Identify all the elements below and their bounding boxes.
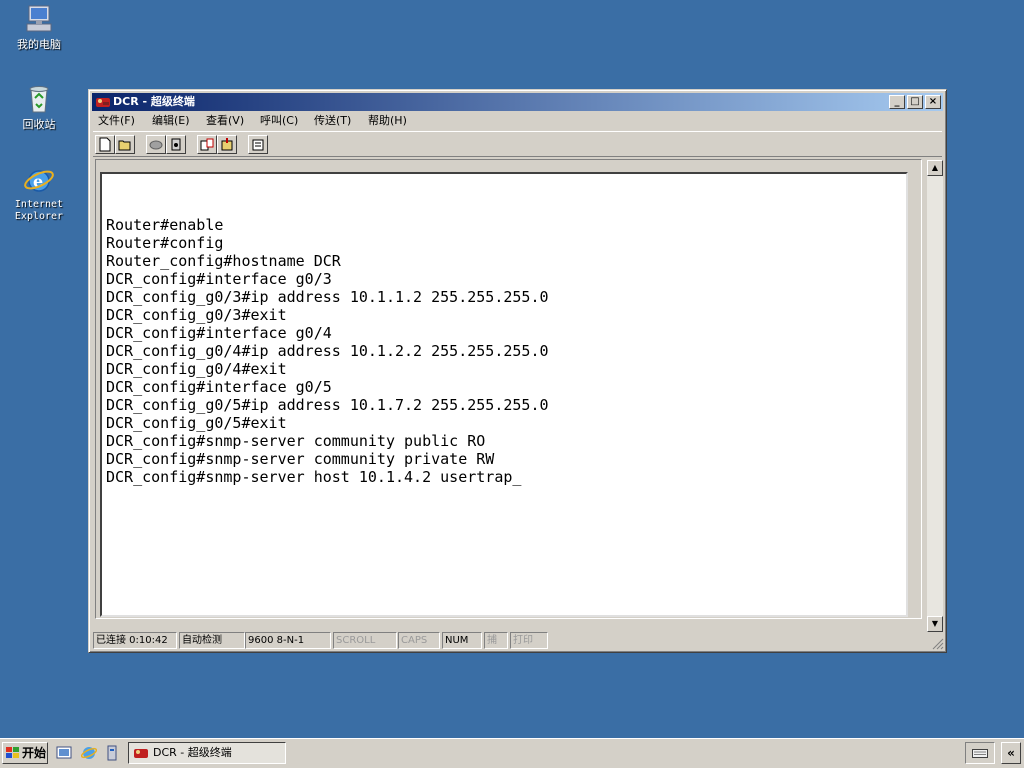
taskbar: 开始 DCR - 超级终端 « <box>0 738 1024 768</box>
start-button[interactable]: 开始 <box>2 742 48 764</box>
terminal-line: Router_config#hostname DCR <box>106 252 341 270</box>
terminal-line: Router#enable <box>106 216 224 234</box>
terminal-line: DCR_config_g0/4#ip address 10.1.2.2 255.… <box>106 342 549 360</box>
terminal-line: DCR_config_g0/4#exit <box>106 360 287 378</box>
start-label: 开始 <box>22 746 47 760</box>
resize-grip-icon[interactable] <box>932 638 944 650</box>
new-button[interactable] <box>95 135 115 154</box>
terminal-screen[interactable]: Router#enable Router#config Router_confi… <box>100 172 908 617</box>
desktop-icon-recycle-bin[interactable]: 回收站 <box>1 83 77 131</box>
terminal-line: DCR_config#interface g0/3 <box>106 270 332 288</box>
properties-icon <box>252 139 264 151</box>
status-num: NUM <box>442 632 482 649</box>
properties-button[interactable] <box>248 135 268 154</box>
task-button-hyperterminal[interactable]: DCR - 超级终端 <box>128 742 286 764</box>
desktop-icon-label: 回收站 <box>22 118 56 131</box>
server-manager-icon[interactable] <box>104 745 120 761</box>
status-detect: 自动检测 <box>179 632 245 649</box>
terminal-line: DCR_config#interface g0/5 <box>106 378 332 396</box>
minimize-button[interactable]: _ <box>889 95 905 109</box>
menu-bar: 文件(F) 编辑(E) 查看(V) 呼叫(C) 传送(T) 帮助(H) <box>93 112 942 130</box>
maximize-button[interactable]: □ <box>907 95 923 109</box>
send-button[interactable] <box>197 135 217 154</box>
terminal-line: DCR_config#snmp-server community public … <box>106 432 486 450</box>
tray-expand-button[interactable]: « <box>1001 742 1021 764</box>
scroll-down-button[interactable]: ▼ <box>927 616 943 632</box>
desktop-icon-label: 我的电脑 <box>17 38 61 51</box>
call-button[interactable] <box>166 135 186 154</box>
show-desktop-icon[interactable] <box>56 745 72 761</box>
terminal-output: Router#enable Router#config Router_confi… <box>106 198 549 486</box>
hyperterminal-icon <box>134 749 148 758</box>
recycle-bin-icon <box>23 83 55 115</box>
system-tray <box>965 742 995 764</box>
terminal-line: DCR_config_g0/3#ip address 10.1.1.2 255.… <box>106 288 549 306</box>
terminal-line: DCR_config_g0/5#exit <box>106 414 287 432</box>
status-capture: 捕 <box>484 632 508 649</box>
terminal-line: DCR_config#interface g0/4 <box>106 324 332 342</box>
hyperterminal-window: DCR - 超级终端 _ □ × 文件(F) 编辑(E) 查看(V) 呼叫(C)… <box>88 89 947 653</box>
terminal-line: Router#config <box>106 234 224 252</box>
open-button[interactable] <box>115 135 135 154</box>
hyperterminal-icon <box>95 95 111 109</box>
menu-view[interactable]: 查看(V) <box>206 113 244 129</box>
terminal-line: DCR_config#snmp-server host 10.1.4.2 use… <box>106 468 522 486</box>
menu-call[interactable]: 呼叫(C) <box>260 113 298 129</box>
disconnect-button[interactable] <box>146 135 166 154</box>
title-bar[interactable]: DCR - 超级终端 _ □ × <box>92 93 943 111</box>
menu-file[interactable]: 文件(F) <box>98 113 135 129</box>
status-caps: CAPS <box>398 632 440 649</box>
desktop-icon-internet-explorer[interactable]: e Internet Explorer <box>1 164 77 223</box>
window-title: DCR - 超级终端 <box>113 95 195 108</box>
vertical-scrollbar[interactable]: ▲ ▼ <box>927 160 943 632</box>
menu-transfer[interactable]: 传送(T) <box>314 113 351 129</box>
menu-edit[interactable]: 编辑(E) <box>152 113 190 129</box>
status-print: 打印 <box>510 632 548 649</box>
new-icon <box>99 137 111 152</box>
disconnect-icon <box>149 140 163 150</box>
close-button[interactable]: × <box>925 95 941 109</box>
terminal-line: DCR_config_g0/3#exit <box>106 306 287 324</box>
status-scroll: SCROLL <box>333 632 397 649</box>
open-icon <box>118 140 131 151</box>
menu-help[interactable]: 帮助(H) <box>368 113 407 129</box>
terminal-line: DCR_config_g0/5#ip address 10.1.7.2 255.… <box>106 396 549 414</box>
keyboard-icon[interactable] <box>972 747 988 759</box>
toolbar <box>93 131 942 157</box>
scroll-up-button[interactable]: ▲ <box>927 160 943 176</box>
my-computer-icon <box>23 3 55 35</box>
desktop-icon-my-computer[interactable]: 我的电脑 <box>1 3 77 51</box>
receive-icon <box>221 138 233 151</box>
status-connected-time: 已连接 0:10:42 <box>93 632 177 649</box>
call-icon <box>171 138 181 151</box>
internet-explorer-icon[interactable] <box>81 745 97 761</box>
send-icon <box>200 138 214 151</box>
windows-flag-icon <box>6 747 19 758</box>
task-button-label: DCR - 超级终端 <box>153 746 232 759</box>
internet-explorer-icon: e <box>23 164 55 196</box>
desktop-icon-label: Internet Explorer <box>14 199 64 222</box>
status-baud: 9600 8-N-1 <box>245 632 331 649</box>
terminal-line: DCR_config#snmp-server community private… <box>106 450 495 468</box>
status-bar: 已连接 0:10:42 自动检测 9600 8-N-1 SCROLL CAPS … <box>93 631 942 650</box>
receive-button[interactable] <box>217 135 237 154</box>
